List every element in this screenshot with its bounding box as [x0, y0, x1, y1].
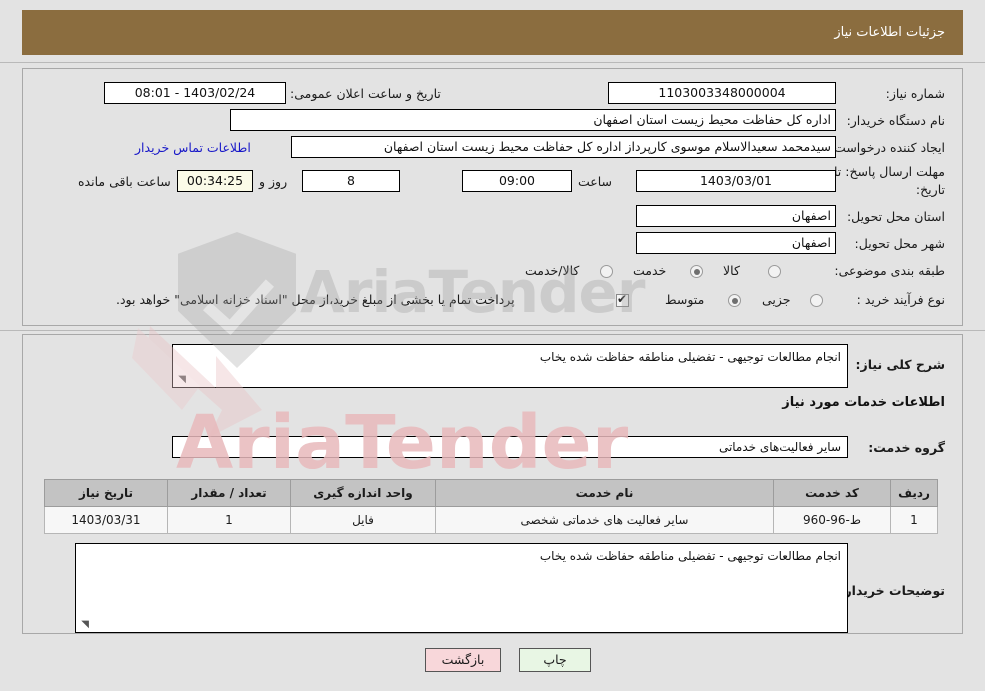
requester-field[interactable]: سیدمحمد سعیدالاسلام موسوی کارپرداز اداره…: [291, 136, 836, 158]
header-divider: [0, 62, 985, 63]
radio-category-kala-label: کالا: [723, 263, 740, 278]
treasury-bond-note: پرداخت تمام یا بخشی از مبلغ خرید،از محل …: [116, 292, 515, 307]
buyer-notes-resize-grip-icon[interactable]: ◥: [79, 620, 89, 630]
buyer-org-field[interactable]: اداره کل حفاظت محیط زیست استان اصفهان: [230, 109, 836, 131]
cell-unit: فایل: [290, 506, 436, 534]
th-need-date: تاریخ نیاز: [44, 479, 168, 507]
process-label: نوع فرآیند خرید :: [856, 292, 945, 307]
days-remaining-field[interactable]: 8: [302, 170, 400, 192]
delivery-city-label: شهر محل تحویل:: [854, 236, 945, 251]
th-service-code: کد خدمت: [773, 479, 891, 507]
category-label: طبقه بندی موضوعی:: [834, 263, 945, 278]
th-service-name: نام خدمت: [435, 479, 774, 507]
services-table: ردیف کد خدمت نام خدمت واحد اندازه گیری ت…: [44, 479, 938, 534]
cell-service-code: ط-96-960: [773, 506, 891, 534]
page-title: جزئیات اطلاعات نیاز: [834, 25, 945, 40]
delivery-province-label: استان محل تحویل:: [846, 209, 945, 224]
buyer-notes-value: انجام مطالعات توجیهی - تفضیلی مناطقه حفا…: [539, 549, 841, 563]
treasury-bond-checkbox[interactable]: [616, 292, 629, 307]
page-header: جزئیات اطلاعات نیاز: [22, 10, 963, 55]
back-button[interactable]: بازگشت: [425, 648, 501, 672]
cell-row-no: 1: [890, 506, 938, 534]
countdown-field: 00:34:25: [177, 170, 253, 192]
th-quantity: تعداد / مقدار: [167, 479, 291, 507]
section-divider: [0, 330, 985, 331]
deadline-date-field[interactable]: 1403/03/01: [636, 170, 836, 192]
buyer-contact-link[interactable]: اطلاعات تماس خریدار: [135, 140, 251, 155]
delivery-province-field[interactable]: اصفهان: [636, 205, 836, 227]
buyer-org-label: نام دستگاه خریدار:: [846, 113, 945, 128]
th-unit: واحد اندازه گیری: [290, 479, 436, 507]
service-group-label: گروه خدمت:: [868, 440, 945, 455]
radio-process-jozi-label: جزیی: [762, 292, 791, 307]
th-row-no: ردیف: [890, 479, 938, 507]
general-description-textarea[interactable]: انجام مطالعات توجیهی - تفضیلی مناطقه حفا…: [172, 344, 848, 388]
buyer-notes-textarea[interactable]: انجام مطالعات توجیهی - تفضیلی مناطقه حفا…: [75, 543, 848, 633]
print-button[interactable]: چاپ: [519, 648, 591, 672]
announce-datetime-field[interactable]: 1403/02/24 - 08:01: [104, 82, 286, 104]
need-number-field[interactable]: 1103003348000004: [608, 82, 836, 104]
buyer-notes-label: توضیحات خریدار:: [839, 583, 945, 598]
radio-process-jozi[interactable]: [810, 294, 823, 307]
radio-category-khedmat[interactable]: [690, 265, 703, 278]
need-number-label: شماره نیاز:: [885, 86, 945, 101]
radio-process-motevasset[interactable]: [728, 294, 741, 307]
deadline-label: مهلت ارسال پاسخ: تا تاریخ:: [834, 164, 945, 197]
deadline-time-field[interactable]: 09:00: [462, 170, 572, 192]
general-description-label: شرح کلی نیاز:: [855, 357, 945, 372]
general-description-value: انجام مطالعات توجیهی - تفضیلی مناطقه حفا…: [539, 350, 841, 364]
cell-need-date: 1403/03/31: [44, 506, 168, 534]
radio-category-kala[interactable]: [768, 265, 781, 278]
resize-grip-icon[interactable]: ◥: [176, 375, 186, 385]
radio-category-kala-khedmat-label: کالا/خدمت: [525, 263, 580, 278]
radio-category-kala-khedmat[interactable]: [600, 265, 613, 278]
cell-quantity: 1: [167, 506, 291, 534]
services-info-title: اطلاعات خدمات مورد نیاز: [782, 395, 945, 410]
delivery-city-field[interactable]: اصفهان: [636, 232, 836, 254]
service-group-field[interactable]: سایر فعالیت‌های خدماتی: [172, 436, 848, 458]
countdown-label: ساعت باقی مانده: [78, 174, 171, 189]
radio-process-motevasset-label: متوسط: [665, 292, 705, 307]
table-header-row: ردیف کد خدمت نام خدمت واحد اندازه گیری ت…: [44, 479, 938, 507]
radio-category-khedmat-label: خدمت: [633, 263, 667, 278]
days-remaining-label: روز و: [259, 174, 288, 189]
deadline-hour-label: ساعت: [578, 174, 613, 189]
announce-datetime-label: تاریخ و ساعت اعلان عمومی:: [290, 86, 441, 101]
cell-service-name: سایر فعالیت های خدماتی شخصی: [435, 506, 774, 534]
table-row[interactable]: 1 ط-96-960 سایر فعالیت های خدماتی شخصی ف…: [44, 506, 938, 534]
need-info-panel: [22, 68, 963, 326]
